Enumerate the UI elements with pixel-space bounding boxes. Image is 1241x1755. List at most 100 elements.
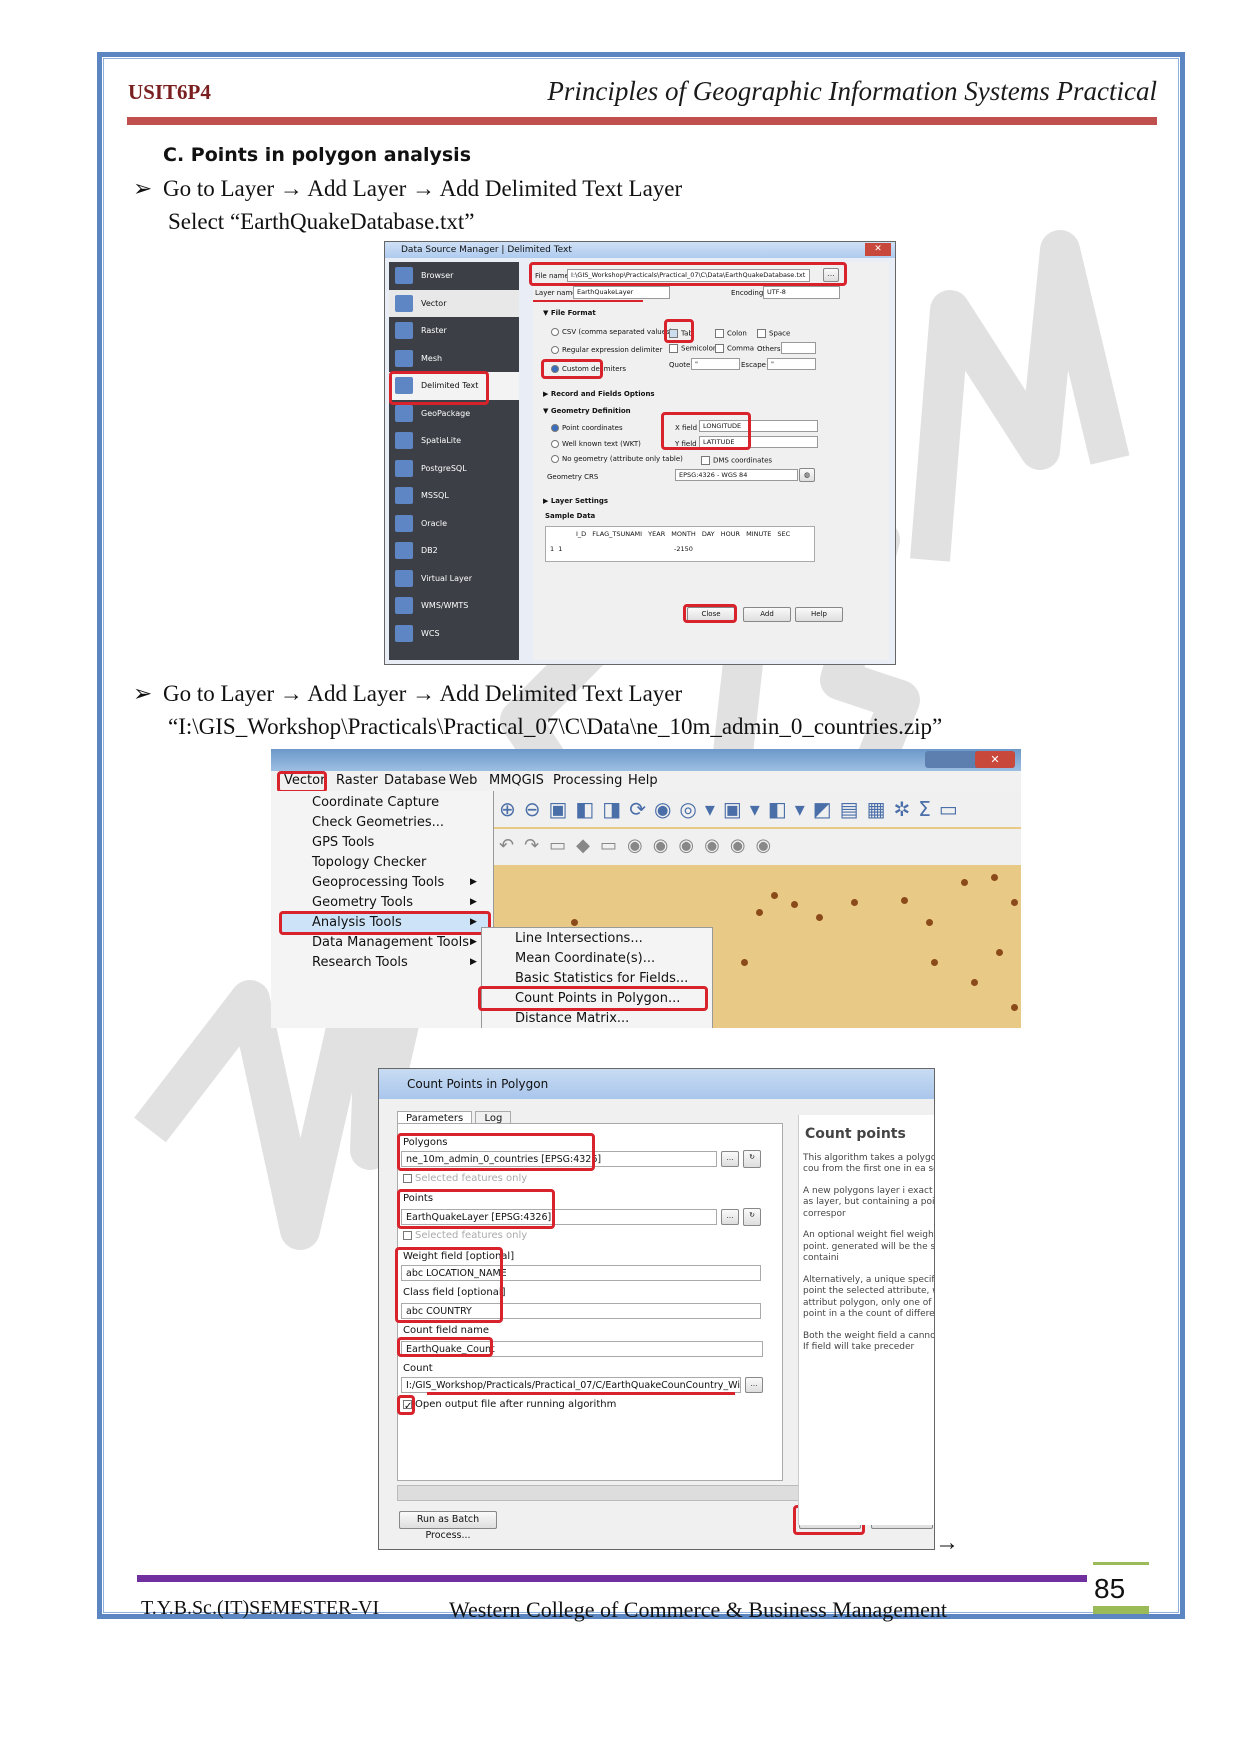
highlight-points (397, 1189, 555, 1229)
count-label: Count (403, 1363, 433, 1374)
menu-item-data-management-tools[interactable]: Data Management Tools (312, 933, 469, 953)
page-number-top-rule (1093, 1562, 1149, 1565)
comma-checkbox[interactable]: Comma (715, 344, 754, 353)
layer-settings-header[interactable]: ▶ Layer Settings (543, 497, 608, 505)
highlight-file-name (529, 262, 847, 286)
crs-picker-icon[interactable]: ◍ (799, 468, 815, 482)
bullet-icon: ➢ (133, 176, 153, 201)
sidebar-item-virtual-layer[interactable]: Virtual Layer (389, 565, 519, 593)
point-coordinates-option[interactable]: Point coordinates (551, 424, 623, 432)
menu-help[interactable]: Help (628, 771, 658, 791)
highlight-count-field (397, 1337, 493, 1357)
sidebar-item-wms[interactable]: WMS/WMTS (389, 592, 519, 620)
footer-college: Western College of Commerce & Business M… (449, 1597, 947, 1622)
step-1-line2: Select “EarthQuakeDatabase.txt” (168, 209, 475, 234)
wkt-option[interactable]: Well known text (WKT) (551, 440, 641, 448)
sidebar-item-db2[interactable]: DB2 (389, 537, 519, 565)
menu-mmqgis[interactable]: MMQGIS (489, 771, 544, 791)
map-point (901, 897, 908, 904)
page-number-bottom-rule (1093, 1606, 1149, 1614)
run-batch-button[interactable]: Run as Batch Process... (399, 1511, 497, 1541)
csv-option[interactable]: CSV (comma separated values) (551, 328, 672, 336)
highlight-open-output (397, 1395, 415, 1415)
menu-item-mean-coordinates[interactable]: Mean Coordinate(s)... (515, 949, 655, 969)
step-1-line1: Go to Layer → Add Layer → Add Delimited … (163, 176, 683, 201)
count-output-input[interactable]: I:/GIS_Workshop/Practicals/Practical_07/… (401, 1377, 741, 1393)
sidebar-item-vector[interactable]: Vector (389, 289, 519, 317)
submenu-arrow-icon: ▶ (470, 877, 477, 887)
polygons-selected-only[interactable]: Selected features only (403, 1173, 527, 1184)
footer-semester: T.Y.B.Sc.(IT)SEMESTER-VI (141, 1597, 380, 1619)
toolbar-icons-2[interactable]: ↶↷▭◆▭◉◉◉◉◉◉ (499, 835, 781, 856)
map-point (961, 879, 968, 886)
menu-item-check-geometries[interactable]: Check Geometries... (312, 813, 444, 833)
menu-item-research-tools[interactable]: Research Tools (312, 953, 408, 973)
qgis-menubar: Vector Raster Database Web MMQGIS Proces… (271, 771, 1021, 791)
points-selected-only[interactable]: Selected features only (403, 1230, 527, 1241)
points-iterate-icon[interactable]: ↻ (743, 1208, 761, 1226)
escape-label: Escape (741, 361, 766, 369)
wms-icon (395, 597, 413, 614)
geometry-definition-header[interactable]: ▼ Geometry Definition (543, 407, 631, 415)
help-title: Count points (805, 1126, 906, 1142)
qgis-vector-menu-screenshot: ✕ Vector Raster Database Web MMQGIS Proc… (271, 749, 1021, 1028)
crs-select[interactable]: EPSG:4326 - WGS 84 (675, 469, 798, 481)
menu-item-topology-checker[interactable]: Topology Checker (312, 853, 426, 873)
postgresql-icon (395, 459, 413, 477)
highlight-custom-delimiters (541, 359, 603, 379)
help-button[interactable]: Help (795, 607, 843, 622)
sidebar-item-browser[interactable]: Browser (389, 262, 519, 290)
help-paragraph: This algorithm takes a polygon layer and… (803, 1152, 934, 1175)
help-paragraph: Alternatively, a unique specified. If se… (803, 1274, 935, 1320)
menu-processing[interactable]: Processing (553, 771, 622, 791)
menu-item-line-intersections[interactable]: Line Intersections... (515, 929, 643, 949)
layer-name-input[interactable]: EarthQuakeLayer (573, 286, 670, 299)
add-button[interactable]: Add (743, 607, 791, 622)
step-2: ➢ Go to Layer → Add Layer → Add Delimited… (133, 677, 942, 743)
step-2-line1: Go to Layer → Add Layer → Add Delimited … (163, 681, 683, 706)
file-format-header: ▼ File Format (543, 309, 596, 317)
close-icon[interactable]: ✕ (865, 243, 891, 256)
menu-item-distance-matrix[interactable]: Distance Matrix... (515, 1009, 629, 1028)
menu-item-geometry-tools[interactable]: Geometry Tools (312, 893, 413, 913)
menu-item-geoprocessing-tools[interactable]: Geoprocessing Tools (312, 873, 444, 893)
menu-item-gps-tools[interactable]: GPS Tools (312, 833, 374, 853)
colon-checkbox[interactable]: Colon (715, 329, 747, 338)
menu-raster[interactable]: Raster (336, 771, 378, 791)
sidebar-item-oracle[interactable]: Oracle (389, 510, 519, 538)
help-paragraph: An optional weight fiel weights to each … (803, 1230, 935, 1263)
sidebar-item-raster[interactable]: Raster (389, 317, 519, 345)
sidebar-item-mesh[interactable]: Mesh (389, 345, 519, 373)
sidebar-item-mssql[interactable]: MSSQL (389, 482, 519, 510)
menu-database[interactable]: Database (384, 771, 446, 791)
vector-dropdown: Coordinate Capture Check Geometries... G… (271, 791, 494, 1028)
sidebar-item-wcs[interactable]: WCS (389, 620, 519, 648)
semicolon-checkbox[interactable]: Semicolon (669, 344, 717, 353)
encoding-select[interactable]: UTF-8 (763, 286, 840, 299)
polygons-iterate-icon[interactable]: ↻ (743, 1150, 761, 1168)
step-2-line2: “I:\GIS_Workshop\Practicals\Practical_07… (168, 714, 943, 739)
bullet-icon: ➢ (133, 681, 153, 706)
mssql-icon (395, 487, 413, 504)
space-checkbox[interactable]: Space (757, 329, 790, 338)
regex-option[interactable]: Regular expression delimiter (551, 346, 662, 354)
document-title: Principles of Geographic Information Sys… (547, 76, 1157, 106)
others-input[interactable] (781, 342, 816, 354)
dms-checkbox[interactable]: DMS coordinates (701, 456, 772, 465)
sidebar-item-postgresql[interactable]: PostgreSQL (389, 455, 519, 483)
menu-item-coordinate-capture[interactable]: Coordinate Capture (312, 793, 439, 813)
points-browse-button[interactable]: … (721, 1209, 739, 1225)
sidebar-item-spatialite[interactable]: SpatiaLite (389, 427, 519, 455)
window-close-icon[interactable]: ✕ (975, 751, 1015, 768)
quote-label: Quote (669, 361, 691, 369)
menu-web[interactable]: Web (449, 771, 477, 791)
output-browse-button[interactable]: … (745, 1377, 763, 1393)
raster-icon (395, 322, 413, 339)
open-output-checkbox[interactable]: ✓ Open output file after running algorith… (403, 1399, 616, 1412)
quote-input[interactable]: " (691, 358, 740, 370)
toolbar-icons-1[interactable]: ⊕⊖▣◧◨⟳◉◎▾▣▾◧▾◩▤▦✲Σ▭ (499, 797, 966, 821)
escape-input[interactable]: " (767, 358, 816, 370)
polygons-browse-button[interactable]: … (721, 1151, 739, 1167)
record-fields-header[interactable]: ▶ Record and Fields Options (543, 390, 655, 398)
no-geometry-option[interactable]: No geometry (attribute only table) (551, 455, 683, 463)
